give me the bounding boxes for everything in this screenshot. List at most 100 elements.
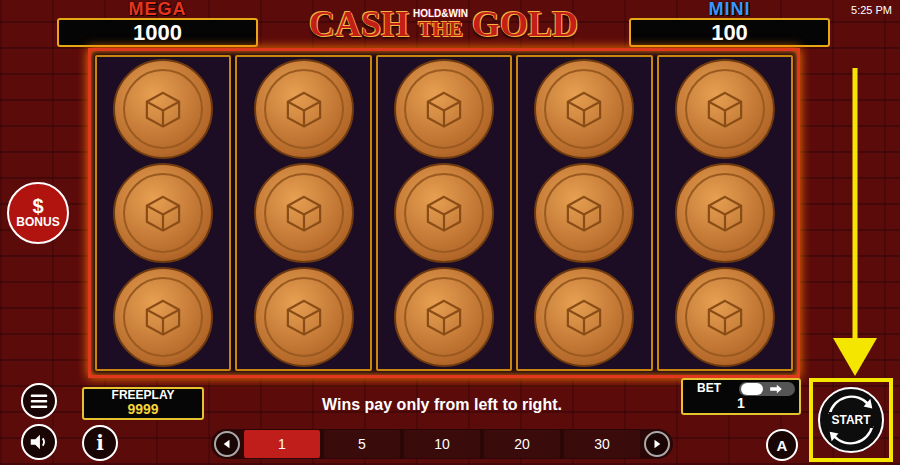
- right-column: [800, 48, 900, 378]
- info-button[interactable]: i: [82, 425, 118, 461]
- menu-button[interactable]: [21, 383, 57, 419]
- autoplay-button[interactable]: A: [766, 429, 798, 461]
- coin-face: [685, 69, 765, 149]
- jackpot-value: 1000: [133, 22, 182, 44]
- cube-emblem-icon: [562, 191, 606, 235]
- title-word: CASH: [309, 3, 409, 45]
- coin-face: [123, 69, 203, 149]
- start-label: START: [829, 412, 872, 428]
- clock: 5:25 PM: [830, 0, 900, 48]
- system-icons: [19, 378, 59, 465]
- sound-button[interactable]: [21, 424, 57, 460]
- title-word: GOLD: [472, 3, 578, 45]
- coin-symbol: [675, 59, 775, 159]
- bonus-label: BONUS: [16, 216, 59, 229]
- start-button[interactable]: START: [818, 387, 884, 453]
- cube-emblem-icon: [703, 295, 747, 339]
- jackpot-label: MEGA: [129, 0, 187, 18]
- left-arrow-icon: [222, 439, 232, 449]
- coin-symbol: [254, 267, 354, 367]
- bet-label: BET: [687, 382, 721, 395]
- arrow-right-icon: [769, 384, 783, 394]
- center-column: Wins pay only from left to right. 151020…: [204, 378, 680, 465]
- jackpot-value-box: 100: [629, 18, 830, 47]
- bet-option[interactable]: 1: [244, 430, 320, 458]
- mini-jackpot: MINI 100: [629, 0, 830, 48]
- cube-emblem-icon: [282, 87, 326, 131]
- menu-icon: [28, 390, 50, 412]
- top-bar: MEGA 1000 CASH HOLD&WIN THE GOLD MINI 10…: [0, 0, 900, 48]
- coin-face: [404, 69, 484, 149]
- title-badge-bottom: THE: [418, 19, 462, 40]
- cube-emblem-icon: [562, 87, 606, 131]
- coin-face: [544, 277, 624, 357]
- jackpot-value-box: 1000: [57, 18, 258, 47]
- coin-symbol: [394, 59, 494, 159]
- coin-symbol: [113, 267, 213, 367]
- right-arrow-icon: [652, 439, 662, 449]
- cube-emblem-icon: [282, 191, 326, 235]
- coin-face: [264, 173, 344, 253]
- cube-emblem-icon: [282, 295, 326, 339]
- coin-symbol: [394, 267, 494, 367]
- reel: [376, 55, 512, 371]
- coin-symbol: [113, 163, 213, 263]
- reel: [235, 55, 371, 371]
- coin-symbol: [113, 59, 213, 159]
- speaker-icon: [28, 431, 50, 453]
- start-column: START: [802, 378, 900, 465]
- coin-face: [123, 173, 203, 253]
- cube-emblem-icon: [422, 87, 466, 131]
- bet-value: 1: [737, 396, 745, 411]
- coin-face: [685, 277, 765, 357]
- coin-symbol: [675, 267, 775, 367]
- reels-frame: [88, 48, 800, 378]
- cube-emblem-icon: [141, 191, 185, 235]
- bet-option[interactable]: 30: [564, 430, 640, 458]
- coin-symbol: [534, 267, 634, 367]
- coin-symbol: [254, 59, 354, 159]
- coin-symbol: [394, 163, 494, 263]
- cube-emblem-icon: [141, 87, 185, 131]
- cube-emblem-icon: [422, 295, 466, 339]
- coin-face: [123, 277, 203, 357]
- bet-column: BET 1 A: [680, 378, 802, 465]
- bet-option[interactable]: 10: [404, 430, 480, 458]
- reel: [516, 55, 652, 371]
- jackpot-value: 100: [711, 22, 748, 44]
- cube-emblem-icon: [562, 295, 606, 339]
- coin-face: [544, 69, 624, 149]
- mega-jackpot: MEGA 1000: [57, 0, 258, 48]
- toggle-knob: [741, 383, 763, 395]
- prev-bet-button[interactable]: [214, 431, 240, 457]
- next-bet-button[interactable]: [644, 431, 670, 457]
- cube-emblem-icon: [141, 295, 185, 339]
- bottom-bar: FREEPLAY 9999 i Wins pay only from left …: [0, 378, 900, 465]
- freeplay-label: FREEPLAY: [112, 389, 175, 402]
- coin-symbol: [534, 163, 634, 263]
- game-screen: MEGA 1000 CASH HOLD&WIN THE GOLD MINI 10…: [0, 0, 900, 465]
- coin-face: [264, 277, 344, 357]
- freeplay-box: FREEPLAY 9999: [82, 387, 204, 420]
- reel: [95, 55, 231, 371]
- bet-option[interactable]: 20: [484, 430, 560, 458]
- coin-face: [404, 277, 484, 357]
- freeplay-column: FREEPLAY 9999 i: [82, 378, 204, 465]
- bonus-button[interactable]: $ BONUS: [7, 182, 69, 244]
- cube-emblem-icon: [703, 191, 747, 235]
- left-column: $ BONUS: [0, 48, 88, 378]
- play-area: $ BONUS: [0, 48, 900, 378]
- bet-box: BET 1: [681, 378, 801, 415]
- cube-emblem-icon: [703, 87, 747, 131]
- bet-toggle[interactable]: [739, 382, 795, 396]
- coin-face: [685, 173, 765, 253]
- dollar-icon: $: [32, 196, 43, 216]
- bet-selector: 15102030: [211, 429, 673, 459]
- bet-option[interactable]: 5: [324, 430, 400, 458]
- game-title: CASH HOLD&WIN THE GOLD: [258, 0, 629, 48]
- coin-symbol: [675, 163, 775, 263]
- coin-symbol: [254, 163, 354, 263]
- coin-face: [404, 173, 484, 253]
- down-arrow-icon: [800, 48, 900, 378]
- coin-symbol: [534, 59, 634, 159]
